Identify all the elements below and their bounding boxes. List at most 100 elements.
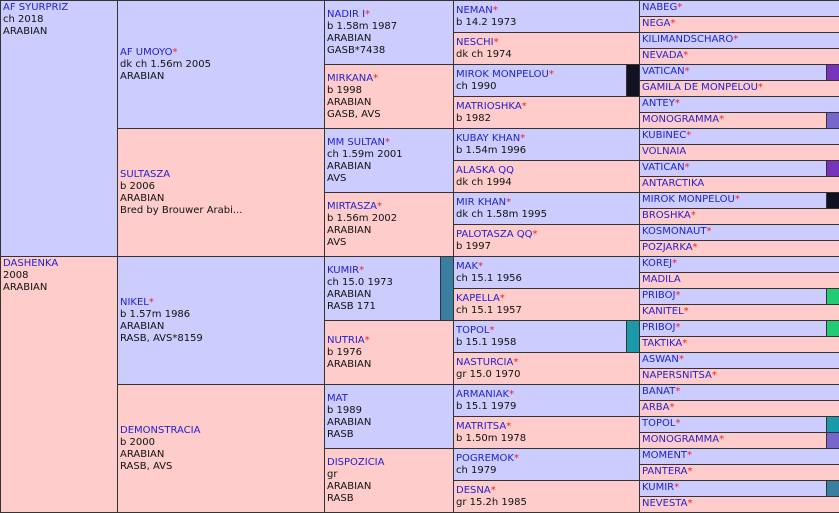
horse-name-link[interactable]: KOSMONAUT — [642, 226, 706, 237]
pedigree-cell-gen5: MADILA — [639, 272, 839, 289]
star-marker: * — [672, 258, 678, 269]
horse-detail: Bred by Brouwer Arabi... — [120, 204, 243, 216]
horse-name-link[interactable]: KUBINEC — [642, 130, 686, 141]
horse-detail: RASB — [327, 428, 354, 440]
horse-name-link[interactable]: KOREJ — [642, 258, 672, 269]
horse-name-link[interactable]: DASHENKA — [3, 258, 58, 269]
horse-name-line: MATRITSA* — [456, 421, 638, 433]
horse-name-line: KILIMANDSCHARO* — [642, 33, 837, 47]
horse-name-link[interactable]: KAPELLA — [456, 293, 500, 304]
horse-name-link[interactable]: TOPOL — [642, 418, 675, 429]
horse-name-link[interactable]: AF UMOYO — [120, 47, 172, 58]
horse-name-link[interactable]: DEMONSTRACIA — [120, 425, 200, 436]
horse-detail: b 15.1 1958 — [456, 336, 517, 348]
horse-name-link[interactable]: MM SULTAN — [327, 137, 385, 148]
horse-name-link[interactable]: DISPOZICIA — [327, 457, 384, 468]
horse-name-link[interactable]: NEVESTA — [642, 498, 687, 509]
horse-name-link[interactable]: NABEG — [642, 2, 677, 13]
horse-name-link[interactable]: VOLNAIA — [642, 146, 686, 157]
horse-name-line: MIRTASZA* — [327, 201, 452, 213]
horse-detail: gr 15.2h 1985 — [456, 496, 527, 508]
horse-name-link[interactable]: TAKTIKA — [642, 338, 682, 349]
horse-name-link[interactable]: ARMANIAK — [456, 389, 509, 400]
star-marker: * — [670, 18, 676, 29]
horse-name-link[interactable]: NADIR I — [327, 9, 365, 20]
horse-name-link[interactable]: ANTARCTIKA — [642, 178, 704, 189]
horse-name-link[interactable]: MATRIOSHKA — [456, 101, 522, 112]
horse-name-link[interactable]: NEGA — [642, 18, 670, 29]
pedigree-cell-gen4: NASTURCIA* gr 15.0 1970 — [453, 352, 641, 385]
horse-name-link[interactable]: MIR KHAN — [456, 197, 506, 208]
horse-name-line: NUTRIA* — [327, 335, 452, 347]
horse-name-link[interactable]: PRIBOJ — [642, 322, 675, 333]
horse-name-link[interactable]: MIROK MONPELOU — [642, 194, 735, 205]
horse-name-link[interactable]: KANITEL — [642, 306, 684, 317]
horse-name-link[interactable]: KUBAY KHAN — [456, 133, 520, 144]
horse-name-link[interactable]: MIROK MONPELOU — [456, 69, 549, 80]
horse-name-line: ANTEY* — [642, 97, 837, 111]
horse-name-line: GAMILA DE MONPELOU* — [642, 81, 837, 95]
horse-name-line: POGREMOK* — [456, 453, 638, 465]
horse-name-link[interactable]: ANTEY — [642, 98, 675, 109]
horse-name-link[interactable]: KILIMANDSCHARO — [642, 34, 733, 45]
horse-name-link[interactable]: NAPERSNITSA — [642, 370, 712, 381]
horse-name-link[interactable]: BROSHKA — [642, 210, 691, 221]
horse-name-link[interactable]: NIKEL — [120, 297, 149, 308]
star-marker: * — [674, 98, 680, 109]
star-marker: * — [675, 290, 681, 301]
star-marker: * — [734, 194, 740, 205]
horse-name-link[interactable]: KUMIR — [327, 265, 359, 276]
horse-name-link[interactable]: NEMAN — [456, 5, 493, 16]
cell-content: DEMONSTRACIA b 2000 ARABIAN RASB, AVS — [118, 424, 325, 474]
horse-name-link[interactable]: ALASKA QQ — [456, 165, 514, 176]
horse-name-link[interactable]: MIRTASZA — [327, 201, 377, 212]
horse-name-line: NEMAN* — [456, 5, 638, 17]
horse-name-line: NEGA* — [642, 17, 837, 31]
horse-name-link[interactable]: MAK — [456, 261, 478, 272]
horse-name-link[interactable]: ASWAN — [642, 354, 679, 365]
horse-name-link[interactable]: NUTRIA — [327, 335, 365, 346]
horse-name-link[interactable]: VATICAN — [642, 66, 685, 77]
horse-name-link[interactable]: POGREMOK — [456, 453, 514, 464]
horse-detail: b 1997 — [456, 240, 491, 252]
horse-name-link[interactable]: MATRITSA — [456, 421, 506, 432]
horse-name-link[interactable]: BANAT — [642, 386, 675, 397]
horse-name-link[interactable]: MONOGRAMMA — [642, 434, 719, 445]
horse-name-link[interactable]: ARBA — [642, 402, 670, 413]
pedigree-cell-gen5: PRIBOJ* — [639, 288, 839, 305]
horse-name-link[interactable]: KUMIR — [642, 482, 674, 493]
star-marker: * — [687, 466, 693, 477]
horse-name-line: DISPOZICIA — [327, 457, 452, 469]
star-marker: * — [172, 46, 178, 58]
horse-name-link[interactable]: DESNA — [456, 485, 491, 496]
horse-name-link[interactable]: POZJARKA — [642, 242, 693, 253]
pedigree-cell-gen5: KUBINEC* — [639, 128, 839, 145]
horse-name-link[interactable]: NEVADA — [642, 50, 683, 61]
horse-detail: RASB — [327, 492, 354, 504]
horse-name-link[interactable]: AF SYURPRIZ — [3, 2, 68, 13]
horse-detail: ch 2018 — [3, 14, 44, 25]
star-marker: * — [686, 130, 692, 141]
color-swatch — [826, 481, 839, 496]
pedigree-cell-gen5: ANTARCTIKA — [639, 176, 839, 193]
horse-name-link[interactable]: NESCHI — [456, 37, 494, 48]
horse-name-link[interactable]: PANTERA — [642, 466, 688, 477]
star-marker: * — [364, 334, 370, 346]
horse-name-link[interactable]: GAMILA DE MONPELOU — [642, 82, 758, 93]
horse-name-link[interactable]: MIRKANA — [327, 73, 373, 84]
horse-name-link[interactable]: TOPOL — [456, 325, 489, 336]
horse-name-line: PANTERA* — [642, 465, 837, 479]
cell-content: VATICAN* — [640, 65, 839, 79]
horse-name-link[interactable]: MOMENT — [642, 450, 687, 461]
cell-content: VATICAN* — [640, 161, 839, 175]
horse-name-link[interactable]: VATICAN — [642, 162, 685, 173]
horse-name-link[interactable]: SULTASZA — [120, 169, 170, 180]
horse-name-link[interactable]: NASTURCIA — [456, 357, 513, 368]
cell-content: NEVESTA* — [640, 497, 839, 511]
horse-name-link[interactable]: PRIBOJ — [642, 290, 675, 301]
horse-name-link[interactable]: MAT — [327, 393, 348, 404]
horse-name-link[interactable]: MONOGRAMMA — [642, 114, 719, 125]
cell-content: ANTARCTIKA — [640, 177, 839, 191]
horse-name-link[interactable]: PALOTASZA QQ — [456, 229, 532, 240]
horse-name-link[interactable]: MADILA — [642, 274, 681, 285]
